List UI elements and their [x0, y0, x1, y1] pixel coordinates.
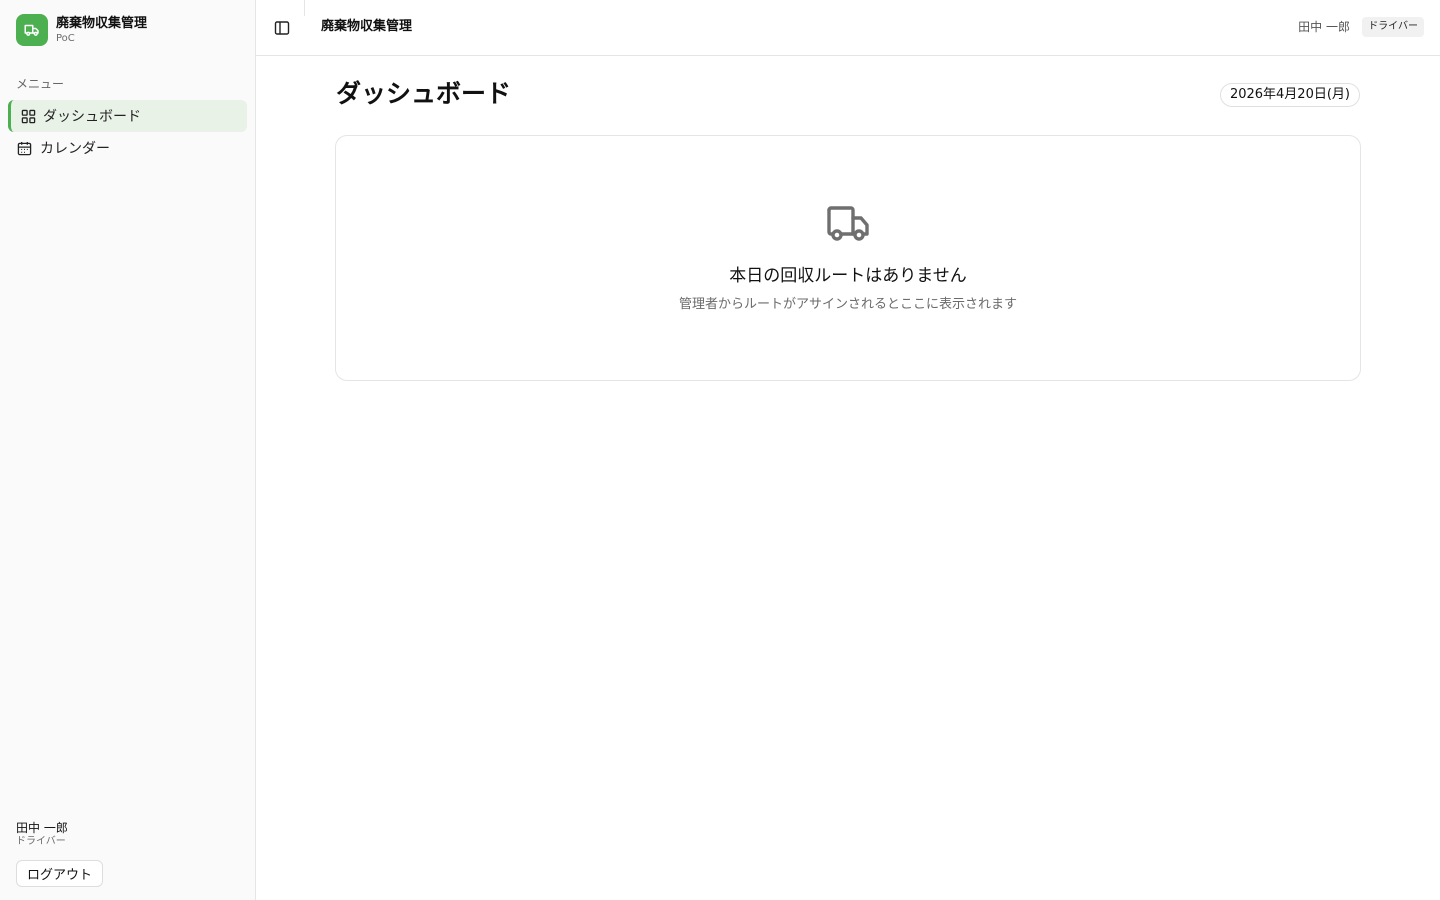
empty-state-card: 本日の回収ルートはありません 管理者からルートがアサインされるとここに表示されま…: [335, 135, 1361, 381]
sidebar-item-calendar[interactable]: カレンダー: [8, 132, 247, 164]
sidebar-nav: ダッシュボード カレンダー: [8, 100, 247, 164]
page-title: ダッシュボード: [336, 79, 512, 108]
brand-title: 廃棄物収集管理: [56, 16, 148, 31]
main-content: ダッシュボード 2026年4月20日(月) 本日の回収ルートはありません 管理者…: [256, 56, 1440, 900]
topbar-title: 廃棄物収集管理: [321, 19, 413, 34]
logout-button[interactable]: ログアウト: [16, 860, 104, 887]
empty-state-title: 本日の回収ルートはありません: [729, 266, 967, 286]
truck-logo-icon: [16, 14, 48, 46]
brand-subtitle: PoC: [56, 33, 75, 44]
sidebar-item-label: ダッシュボード: [43, 109, 141, 125]
sidebar-item-label: カレンダー: [40, 141, 110, 157]
topbar-user-name: 田中 一郎: [1298, 20, 1350, 34]
brand: 廃棄物収集管理 PoC: [16, 14, 147, 46]
calendar-icon: [16, 140, 32, 156]
grid-icon: [20, 108, 36, 124]
topbar-divider: [304, 0, 305, 16]
role-badge: ドライバー: [1362, 17, 1424, 37]
sidebar-footer: 田中 一郎 ドライバー ログアウト: [16, 820, 104, 887]
empty-state-subtitle: 管理者からルートがアサインされるとここに表示されます: [678, 297, 1017, 312]
truck-icon: [825, 204, 873, 244]
sidebar-toggle-icon[interactable]: [272, 18, 292, 38]
date-badge: 2026年4月20日(月): [1219, 83, 1360, 107]
menu-label: メニュー: [16, 77, 65, 91]
sidebar: 廃棄物収集管理 PoC メニュー ダッシュボード カレンダー 田中 一郎 ドライ…: [0, 0, 256, 900]
sidebar-user-name: 田中 一郎: [16, 821, 68, 835]
sidebar-item-dashboard[interactable]: ダッシュボード: [8, 100, 247, 132]
sidebar-user-role: ドライバー: [16, 836, 66, 847]
topbar: 廃棄物収集管理 田中 一郎 ドライバー: [256, 0, 1440, 56]
